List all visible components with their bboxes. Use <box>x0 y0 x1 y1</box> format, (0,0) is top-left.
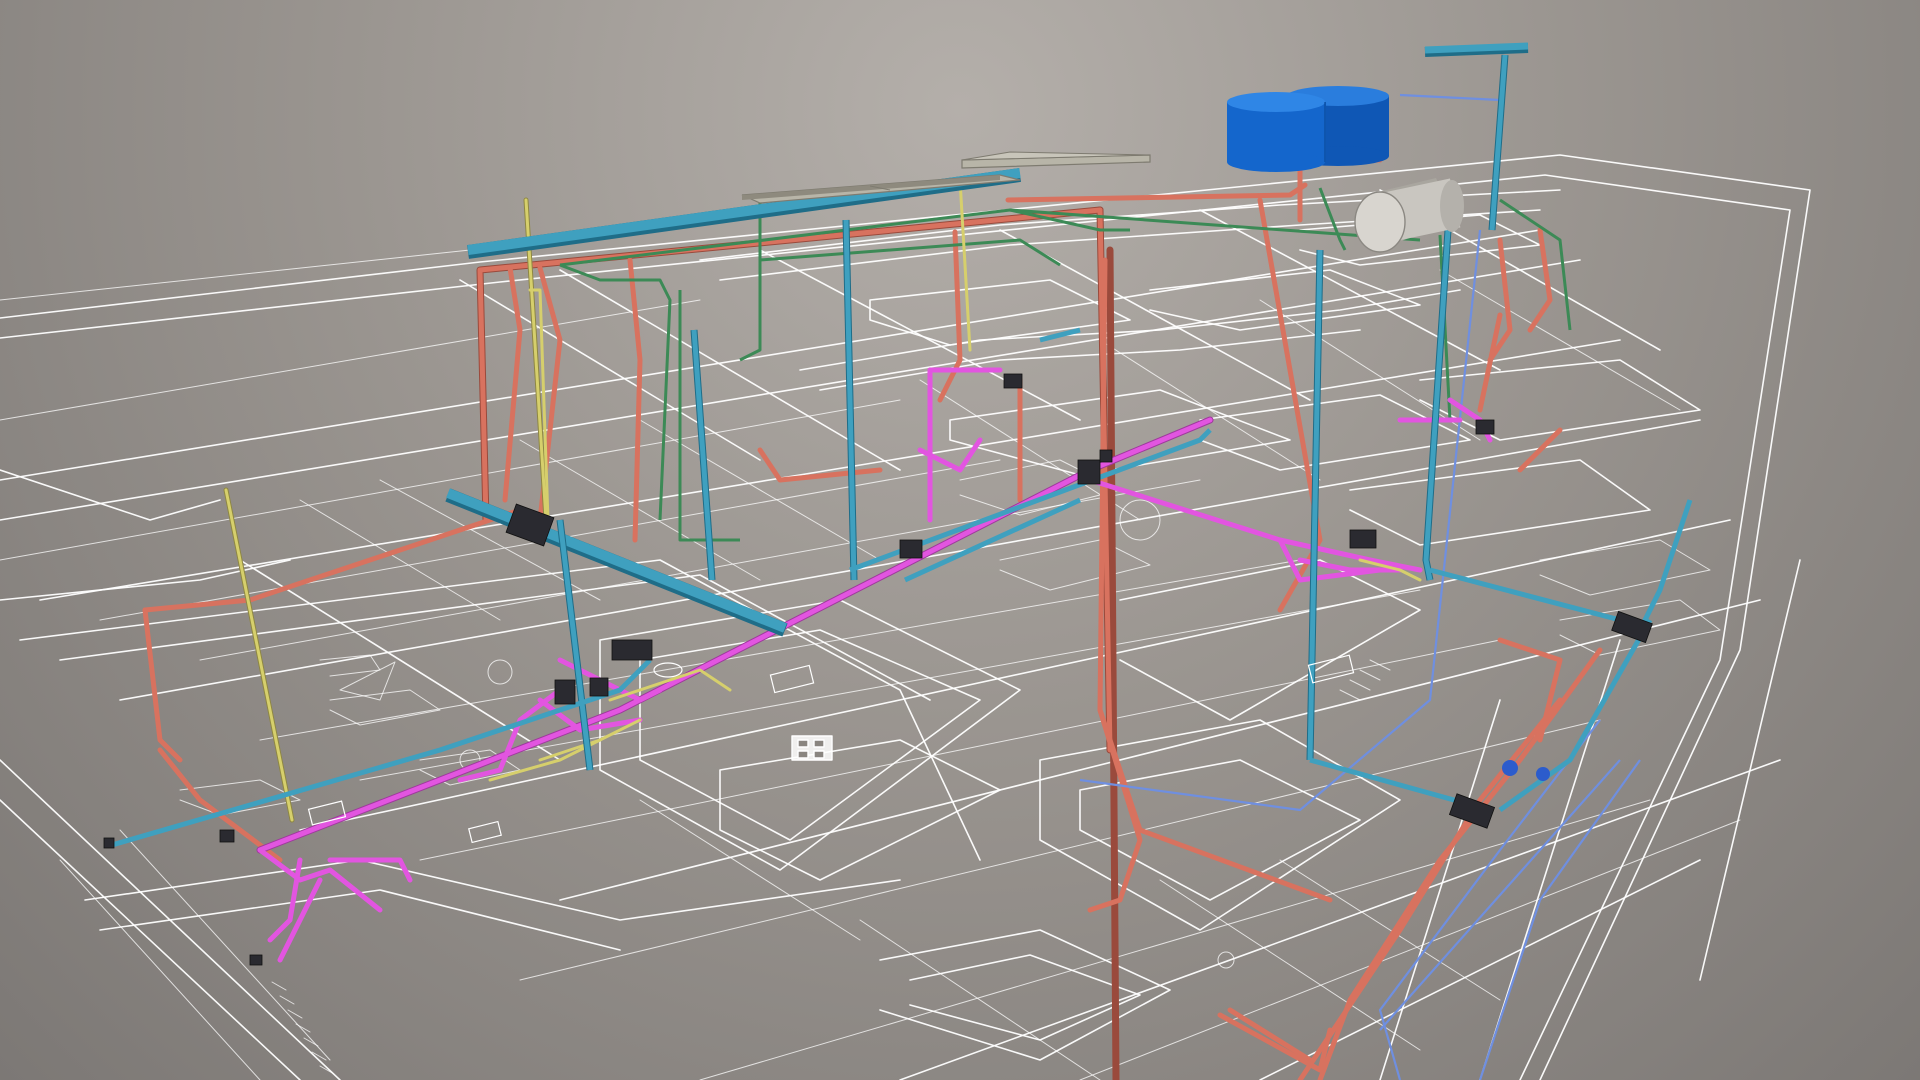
water-storage-tank <box>1227 86 1389 172</box>
solar-collector-panel <box>741 151 1151 204</box>
pump-icon <box>1502 760 1550 781</box>
plumbing-model-scene[interactable] <box>0 0 1920 1080</box>
3d-model-viewport[interactable] <box>0 0 1920 1080</box>
